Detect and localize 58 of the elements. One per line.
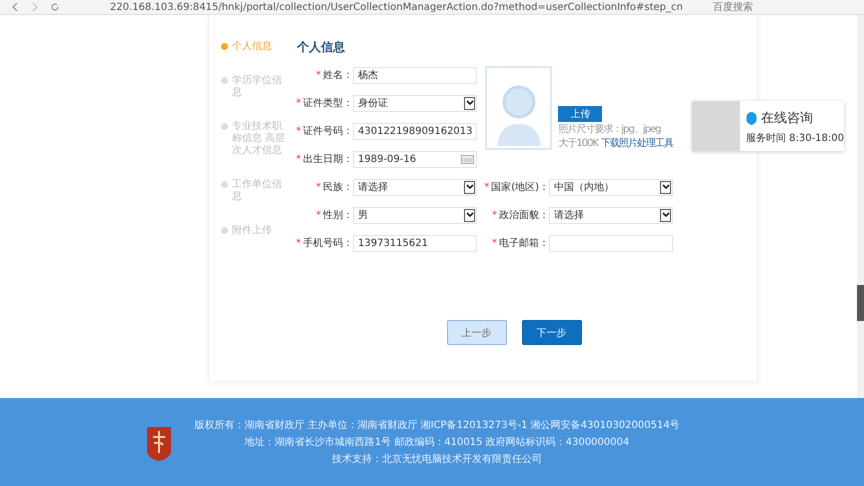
field-label: 证件号码： [303,125,353,138]
forward-icon[interactable] [30,2,40,12]
service-hours: 服务时间 8:30-18:00 [746,132,844,145]
dropdown[interactable]: 中国（内地） [549,178,673,196]
reload-icon[interactable] [50,2,60,12]
caret-icon [464,96,475,110]
required-mark: * [316,70,321,80]
required-mark: * [296,126,301,136]
dropdown[interactable]: 请选择 [549,206,673,224]
back-icon[interactable] [10,2,20,12]
required-mark: * [316,182,321,192]
date-field[interactable]: 1989-09-16 [353,150,477,168]
chat-icon [746,112,757,124]
download-link[interactable]: 下载照片处理工具 [601,136,673,150]
caret-icon [660,180,671,194]
required-mark: * [296,98,301,108]
required-mark: * [492,238,497,248]
photo-hint: 大于100K [558,136,598,150]
calendar-icon[interactable] [461,154,474,164]
next-button[interactable]: 下一步 [522,320,582,345]
footer-text: 版权所有：湖南省财政厅 主办单位：湖南省财政厅 湘ICP备12013273号-1 湘公网安备43010302000514号 [194,418,680,432]
address-bar[interactable]: 220.168.103.69:8415/hnkj/portal/collection/UserCollectionManagerAction.do?method=userCollectionInfo#step_cn [70,2,683,12]
chat-widget[interactable]: 在线咨询 服务时间 8:30-18:00 [692,101,844,151]
input-field[interactable]: 杨杰 [353,66,477,84]
caret-icon [464,180,475,194]
footer-text: 技术支持：北京无忧电脑技术开发有限责任公司 [332,452,542,466]
field-label: 姓名： [323,69,353,82]
scrollbar[interactable] [857,15,864,398]
required-mark: * [492,210,497,220]
caret-icon [464,208,475,222]
field-label: 证件类型： [303,96,353,110]
field-label: 电子邮箱： [499,236,549,250]
required-mark: * [316,210,321,220]
scroll-thumb[interactable] [857,285,864,321]
footer-text: 地址：湖南省长沙市城南西路1号 邮政编码：410015 政府网站标识码：4300000004 [244,436,630,449]
dropdown[interactable]: 男 [353,206,477,224]
photo-placeholder [692,101,740,151]
upload-button[interactable]: 上传 [558,106,602,122]
dropdown[interactable]: 请选择 [353,178,477,196]
field-label: 国家(地区)： [491,180,549,194]
required-mark: * [484,182,490,192]
previous-button[interactable]: 上一步 [446,320,506,345]
input-field[interactable]: 13973115621 [353,234,477,252]
input-field[interactable]: 430122198909162013 [353,122,477,140]
input-field[interactable] [549,234,673,252]
field-label: 出生日期： [303,152,353,166]
photo-hint: 照片尺寸要求：jpg、jpeg [558,122,662,136]
required-mark: * [296,238,301,248]
required-mark: * [296,154,301,164]
chat-title: 在线咨询 [760,110,813,127]
dropdown[interactable]: 身份证 [353,94,477,112]
field-label: 性别： [323,208,353,222]
field-label: 民族： [323,180,353,194]
field-label: 政治面貌： [499,209,549,222]
caret-icon [660,208,671,222]
section-title: 个人信息 [297,39,346,56]
search-field[interactable]: 百度搜索 [712,0,753,14]
field-label: 手机号码： [303,236,353,250]
